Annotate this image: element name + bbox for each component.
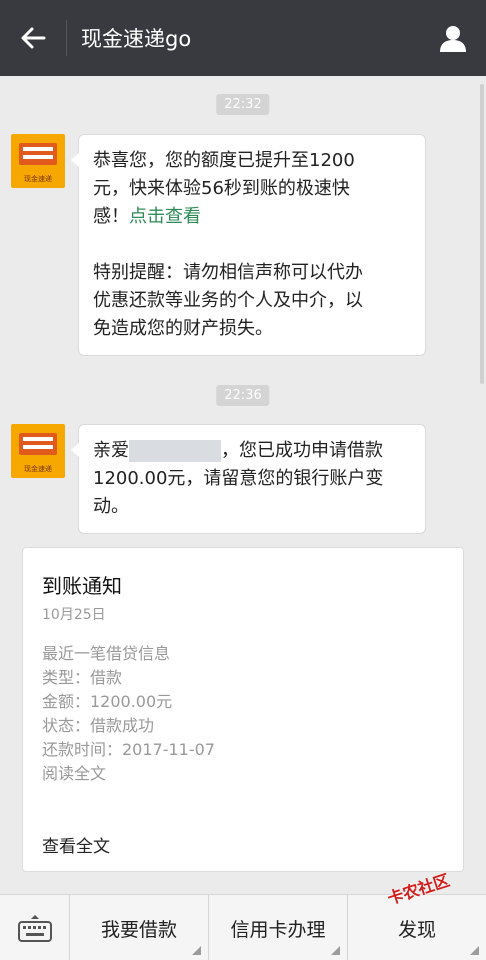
page-title: 现金速递go <box>81 27 192 51</box>
keyboard-icon <box>17 915 52 942</box>
bottom-menu: 我要借款 信用卡办理 发现 <box>0 894 486 960</box>
account-avatar[interactable]: 现金速递 <box>11 134 65 188</box>
submenu-indicator-icon <box>192 946 201 955</box>
card-line: 类型：借款 <box>42 668 123 687</box>
submenu-indicator-icon <box>470 946 479 955</box>
avatar-caption: 现金速递 <box>24 465 52 473</box>
menu-borrow[interactable]: 我要借款 <box>70 895 209 960</box>
divider <box>66 20 67 56</box>
reminder-line: 特别提醒：请勿相信声称可以代办 <box>93 262 363 283</box>
message-bubble: 亲爱 ，您已成功申请借款 1200.00元，请留意您的银行账户变 动。 <box>71 424 426 534</box>
card-details: 最近一笔借贷信息 类型：借款 金额：1200.00元 状态：借款成功 还款时间：… <box>42 642 215 786</box>
card-line: 还款时间：2017-11-07 <box>42 740 215 759</box>
person-icon <box>440 26 466 52</box>
reminder-line: 免造成您的财产损失。 <box>93 318 273 339</box>
view-link[interactable]: 点击查看 <box>129 206 201 227</box>
menu-discover[interactable]: 发现 <box>348 895 486 960</box>
keyboard-toggle[interactable] <box>0 895 70 960</box>
message-line: 元，快来体验56秒到账的极速快 <box>93 178 350 199</box>
message-bubble: 恭喜您，您的额度已提升至1200 元，快来体验56秒到账的极速快 感！点击查看 … <box>71 134 426 356</box>
menu-label: 发现 <box>397 918 436 941</box>
message-line: ，您已成功申请借款 <box>221 440 383 461</box>
card-title: 到账通知 <box>42 574 122 598</box>
message-line: 1200.00元，请留意您的银行账户变 <box>93 468 384 489</box>
card-line: 阅读全文 <box>42 764 107 783</box>
card-date: 10月25日 <box>42 607 106 623</box>
arrow-left-icon <box>21 27 46 49</box>
redacted-name <box>129 440 221 462</box>
card-line: 最近一笔借贷信息 <box>42 644 171 663</box>
top-bar: 现金速递go <box>0 0 486 76</box>
card-line: 状态：借款成功 <box>42 716 155 735</box>
menu-credit-card[interactable]: 信用卡办理 <box>209 895 348 960</box>
card-line: 金额：1200.00元 <box>42 692 173 711</box>
message-line: 感！ <box>93 206 129 227</box>
back-button[interactable] <box>0 0 66 76</box>
account-avatar[interactable]: 现金速递 <box>11 424 65 478</box>
message-line: 动。 <box>93 496 129 517</box>
scrollbar[interactable] <box>480 84 484 384</box>
avatar-caption: 现金速递 <box>24 175 52 183</box>
message-greeting: 亲爱 <box>93 440 129 461</box>
timestamp: 22:36 <box>216 385 270 406</box>
profile-button[interactable] <box>420 0 486 76</box>
message-line: 恭喜您，您的额度已提升至1200 <box>93 150 355 171</box>
timestamp: 22:32 <box>216 94 270 115</box>
menu-label: 信用卡办理 <box>230 918 326 941</box>
submenu-indicator-icon <box>331 946 340 955</box>
reminder-line: 优惠还款等业务的个人及中介，以 <box>93 290 363 311</box>
view-full-text-link[interactable]: 查看全文 <box>42 832 110 857</box>
menu-label: 我要借款 <box>100 918 177 941</box>
notification-card[interactable]: 到账通知 10月25日 最近一笔借贷信息 类型：借款 金额：1200.00元 状… <box>22 547 464 872</box>
